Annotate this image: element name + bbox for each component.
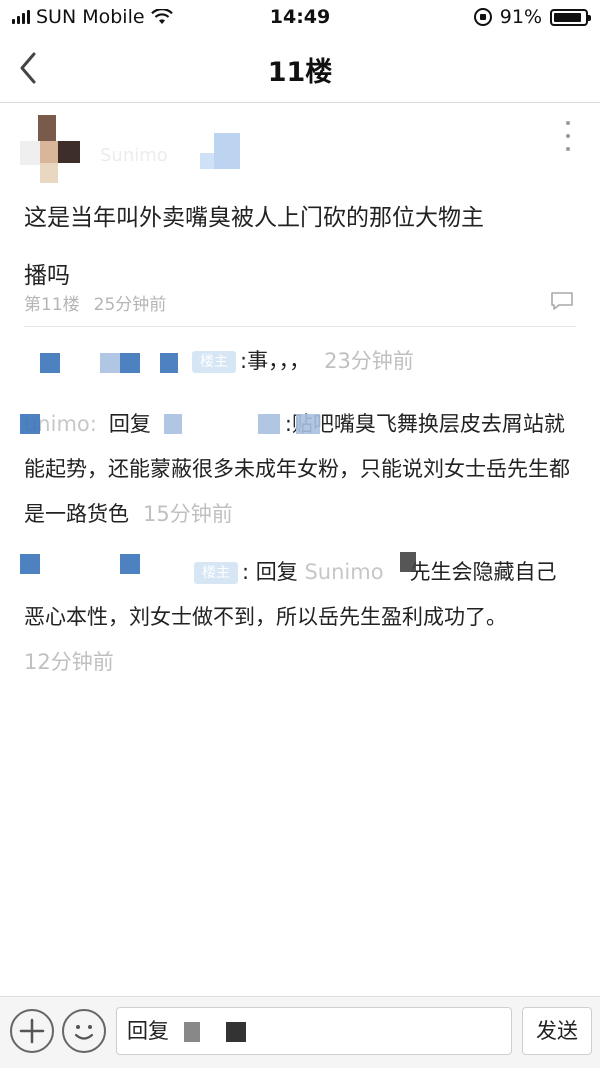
- reply-target[interactable]: Sunimo: [304, 560, 383, 584]
- owner-badge: 楼主: [192, 351, 236, 373]
- redacted-name: [100, 353, 120, 373]
- status-bar: SUN Mobile 14:49 91%: [0, 0, 600, 34]
- reply-time: 12分钟前: [24, 650, 114, 674]
- more-options-icon[interactable]: [566, 121, 574, 151]
- reply-time: 15分钟前: [143, 502, 233, 526]
- owner-badge: 楼主: [194, 562, 238, 584]
- reply-item[interactable]: 楼主:事，，， 23分钟前: [24, 339, 576, 384]
- battery-percent: 91%: [499, 6, 542, 28]
- redacted-name: [20, 414, 40, 434]
- post-username[interactable]: Sunimo: [100, 145, 168, 166]
- redacted-name: [120, 353, 140, 373]
- divider: [24, 326, 576, 327]
- post-content: 这是当年叫外卖嘴臭被人上门砍的那位大物主播吗: [24, 205, 484, 289]
- avatar[interactable]: [20, 115, 80, 183]
- comment-icon[interactable]: [550, 291, 574, 311]
- emoji-icon[interactable]: [62, 1009, 106, 1053]
- redacted-name: [258, 414, 280, 434]
- redacted-name: [40, 353, 60, 373]
- redacted-name: [164, 414, 182, 434]
- post-meta: 第11楼 25分钟前: [24, 290, 166, 315]
- reply-item[interactable]: unimo: 回复:贴吧嘴臭飞舞换层皮去屑站就能起势，还能蒙蔽很多未成年女粉，只能…: [20, 402, 576, 537]
- send-button[interactable]: 发送: [522, 1007, 592, 1055]
- redacted-name: [296, 414, 320, 434]
- reply-text: 事，，，: [247, 349, 311, 373]
- redacted-name: [160, 353, 178, 373]
- reply-item[interactable]: 楼主: 回复 Sunimo 先生会隐藏自己恶心本性，刘女士做不到，所以岳先生盈利成…: [20, 550, 576, 685]
- plus-icon[interactable]: [10, 1009, 54, 1053]
- page-title: 11楼: [267, 57, 333, 88]
- redacted-name: [120, 554, 140, 574]
- reply-input[interactable]: 回复: [116, 1007, 512, 1055]
- orientation-lock-icon: [473, 8, 492, 26]
- post-time: 25分钟前: [93, 295, 167, 315]
- nav-bar: 11楼: [0, 34, 600, 103]
- user-level-badge: [200, 133, 240, 173]
- reply-time: 23分钟前: [324, 349, 414, 373]
- floor-number: 第11楼: [24, 295, 80, 315]
- battery-icon: [550, 8, 591, 26]
- redacted-name: [400, 552, 416, 572]
- reply-input-bar: 回复 发送: [0, 996, 600, 1068]
- redacted-name: [20, 554, 40, 574]
